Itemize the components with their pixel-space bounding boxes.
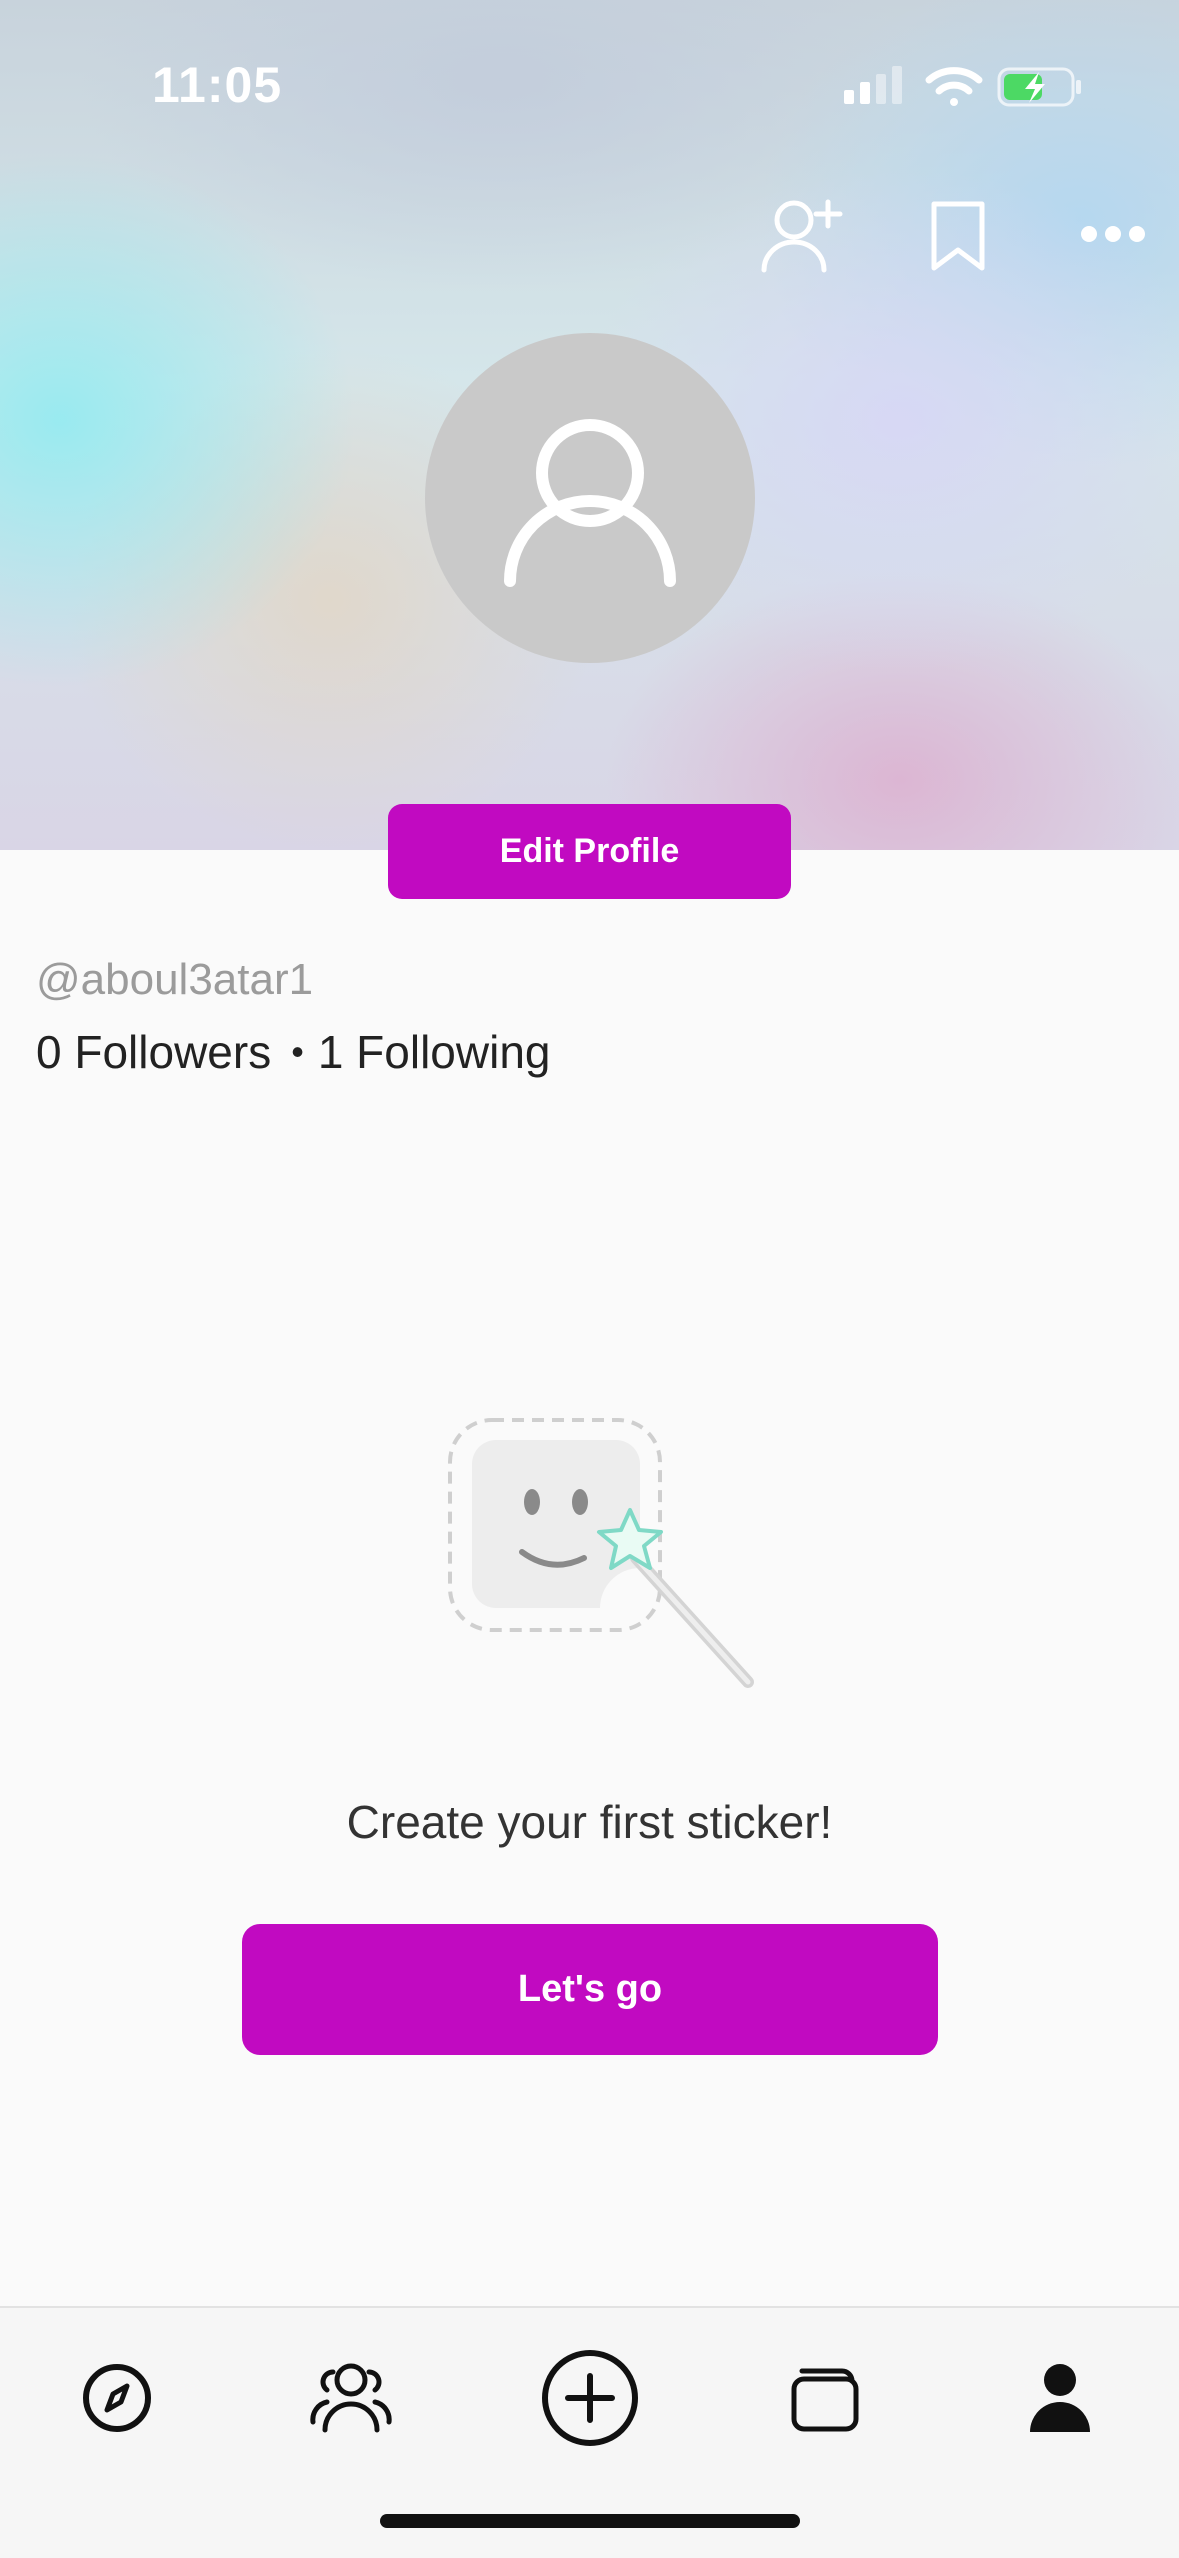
- tab-community[interactable]: [301, 2348, 401, 2448]
- edit-profile-button[interactable]: Edit Profile: [388, 804, 791, 899]
- user-silhouette-icon: [504, 419, 676, 587]
- tab-collections[interactable]: [774, 2348, 874, 2448]
- status-icons: [844, 66, 1081, 107]
- more-icon[interactable]: [1080, 222, 1146, 246]
- wifi-icon: [925, 67, 983, 106]
- follow-stats: 0 Followers • 1 Following: [36, 1025, 551, 1079]
- followers-count[interactable]: 0 Followers: [36, 1025, 271, 1079]
- profile-icon: [1030, 2364, 1090, 2432]
- empty-state-message: Create your first sticker!: [346, 1796, 833, 1848]
- add-user-icon[interactable]: [760, 198, 844, 274]
- battery-icon: [997, 67, 1081, 107]
- compass-icon: [83, 2364, 151, 2432]
- signal-icon: [844, 66, 902, 104]
- username: @aboul3atar1: [36, 955, 314, 1004]
- profile-cover: 11:05: [0, 0, 1179, 850]
- status-time: 11:05: [152, 57, 283, 113]
- separator-dot: •: [291, 1031, 304, 1072]
- sticker-illustration: [448, 1418, 754, 1688]
- tab-profile[interactable]: [1010, 2348, 1110, 2448]
- lets-go-button[interactable]: Let's go: [242, 1924, 938, 2055]
- collections-icon: [791, 2368, 859, 2432]
- tab-explore[interactable]: [67, 2348, 167, 2448]
- create-plus-icon: [542, 2350, 638, 2446]
- tab-create[interactable]: [538, 2338, 642, 2458]
- following-count[interactable]: 1 Following: [318, 1025, 551, 1079]
- home-indicator[interactable]: [380, 2514, 800, 2528]
- bookmark-icon[interactable]: [928, 200, 988, 272]
- community-icon: [310, 2363, 392, 2433]
- avatar[interactable]: [425, 333, 755, 663]
